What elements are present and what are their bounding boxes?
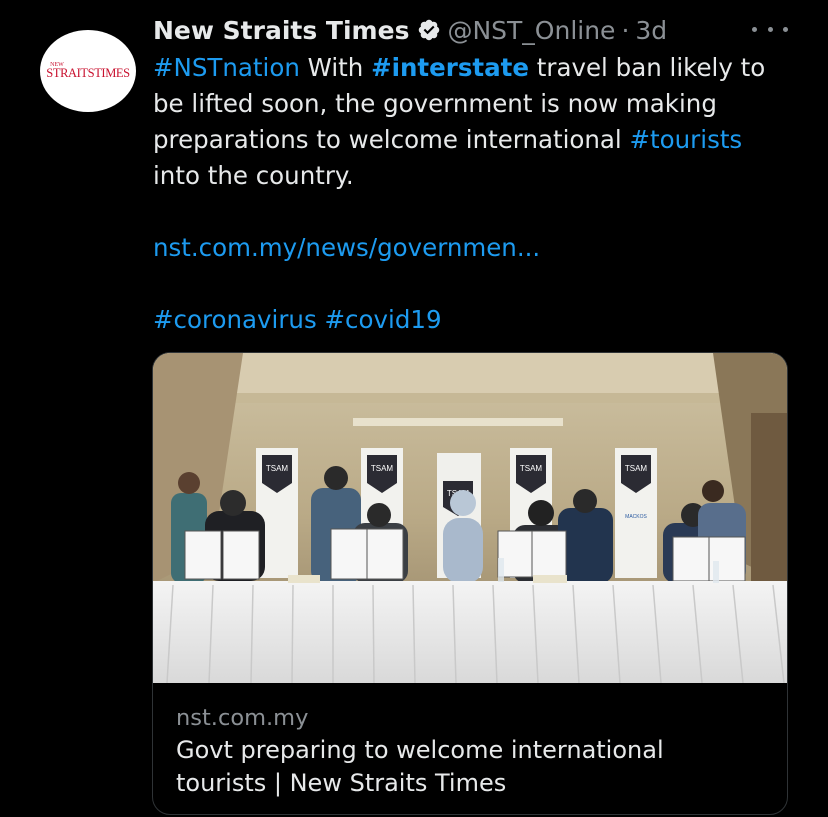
hashtag-coronavirus[interactable]: #coronavirus <box>153 305 317 334</box>
author-name[interactable]: New Straits Times <box>153 16 409 45</box>
more-dot <box>783 26 788 32</box>
svg-text:MACKOS: MACKOS <box>625 514 647 520</box>
tweet-text: #NSTnation With #interstate travel ban l… <box>153 50 793 338</box>
tweet-line: preparations to welcome international #t… <box>153 122 793 158</box>
tweet-line: into the country. <box>153 161 354 190</box>
hashtag-covid19[interactable]: #covid19 <box>325 305 442 334</box>
card-text: nst.com.my Govt preparing to welcome int… <box>176 702 766 800</box>
more-dot <box>752 26 757 32</box>
card-photo: TSAM TSAM TSAM TSAM TSAM MACKOS <box>153 353 787 683</box>
link-preview-card[interactable]: TSAM TSAM TSAM TSAM TSAM MACKOS <box>152 352 788 815</box>
svg-text:TSAM: TSAM <box>520 464 543 473</box>
tweet-line: nst.com.my/news/governmen... <box>153 230 793 266</box>
card-domain: nst.com.my <box>176 705 309 731</box>
hashtag-interstate[interactable]: #interstate <box>371 53 529 82</box>
avatar-logo-text: STRAITSTIMES <box>46 65 130 80</box>
avatar[interactable]: NEW STRAITSTIMES <box>40 30 136 112</box>
tweet-line: be lifted soon, the government is now ma… <box>153 89 717 118</box>
article-link[interactable]: nst.com.my/news/governmen... <box>153 233 540 262</box>
tsam-banner: TSAM MACKOS <box>615 448 657 578</box>
timestamp[interactable]: 3d <box>635 16 667 45</box>
separator-dot: · <box>621 15 630 45</box>
svg-text:TSAM: TSAM <box>625 464 648 473</box>
tweet-header: New Straits Times @NST_Online · 3d <box>153 12 667 48</box>
card-title-line: tourists | New Straits Times <box>176 769 507 797</box>
svg-text:TSAM: TSAM <box>371 464 394 473</box>
svg-text:TSAM: TSAM <box>266 464 289 473</box>
tweet-line: #NSTnation With #interstate travel ban l… <box>153 50 793 86</box>
hashtag-nstnation[interactable]: #NSTnation <box>153 53 300 82</box>
more-options-icon[interactable] <box>752 14 788 44</box>
tweet-text-span: With <box>299 53 372 82</box>
hashtag-tourists[interactable]: #tourists <box>630 125 743 154</box>
verified-badge-icon <box>419 19 440 41</box>
more-dot <box>767 26 773 32</box>
author-handle[interactable]: @NST_Online <box>447 16 615 45</box>
card-title-line: Govt preparing to welcome international <box>176 736 664 764</box>
tweet-text-span: preparations to welcome international <box>153 125 630 154</box>
tweet-text-span: travel ban likely to <box>529 53 766 82</box>
tweet-line: #coronavirus #covid19 <box>153 302 793 338</box>
